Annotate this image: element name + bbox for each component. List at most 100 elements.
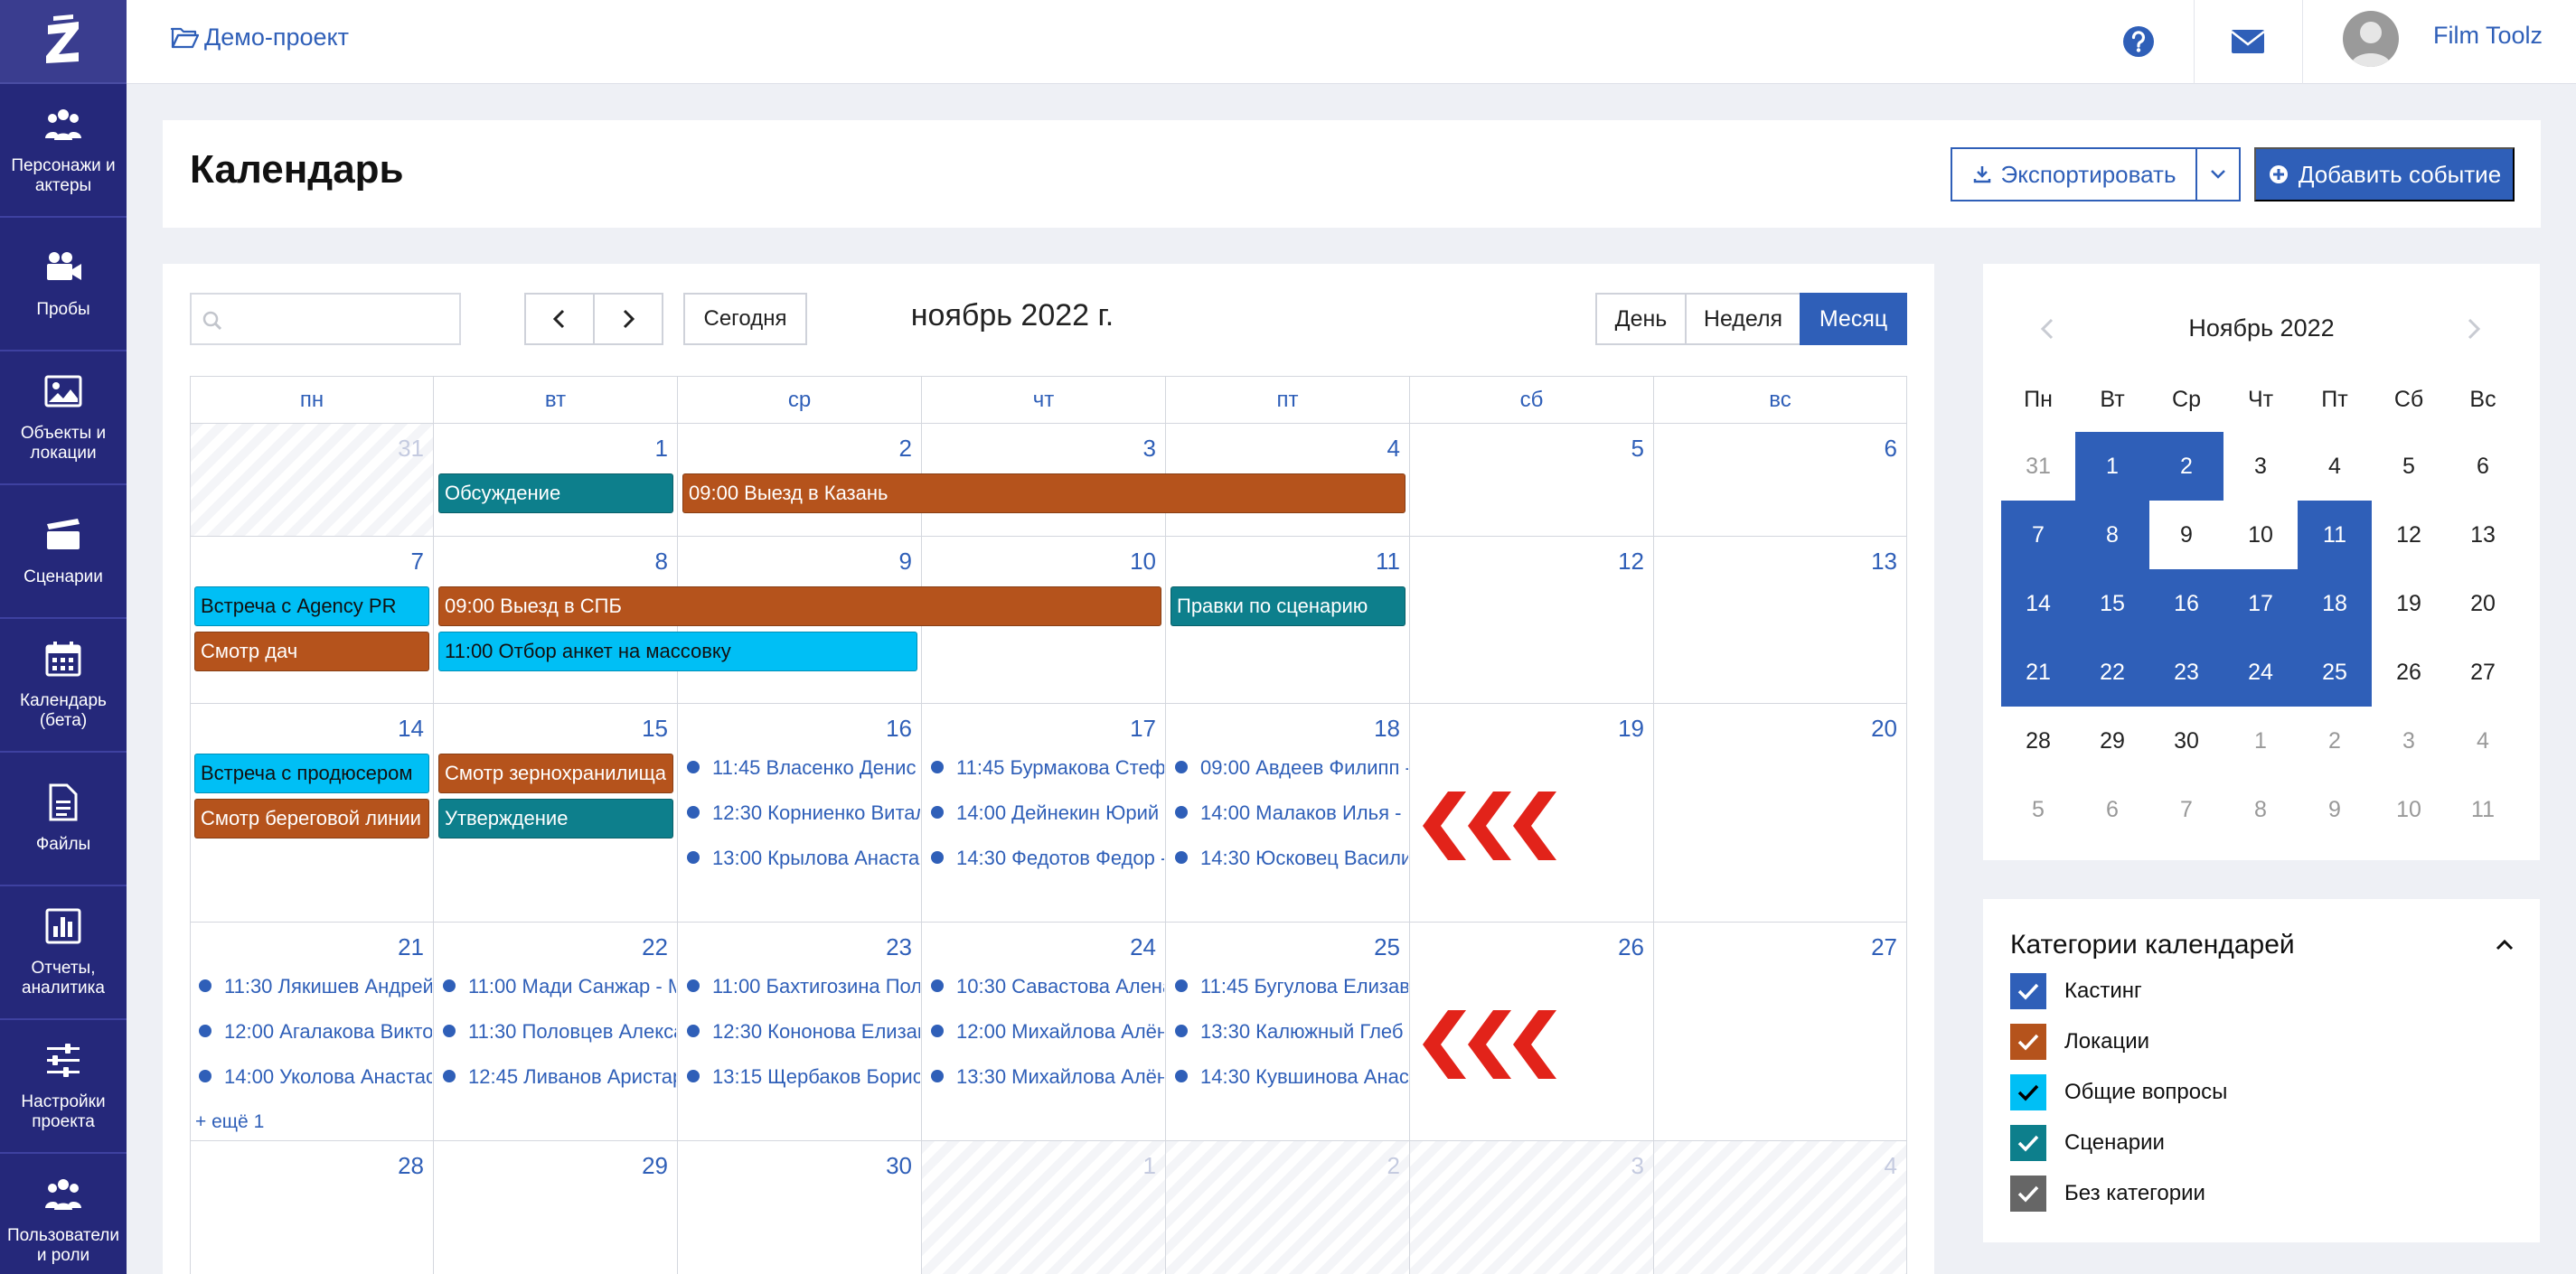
day-cell[interactable]: 4 bbox=[1654, 1140, 1907, 1274]
sidebar-item-users[interactable]: Пользователи и роли bbox=[0, 1154, 127, 1274]
mini-day[interactable]: 7 bbox=[2001, 501, 2075, 569]
mini-day[interactable]: 17 bbox=[2223, 569, 2298, 638]
export-button[interactable]: Экспортировать bbox=[1951, 147, 2197, 201]
day-number[interactable]: 8 bbox=[655, 548, 668, 576]
day-number[interactable]: 17 bbox=[1130, 715, 1156, 743]
mini-day[interactable]: 3 bbox=[2223, 432, 2298, 501]
day-number[interactable]: 25 bbox=[1374, 933, 1400, 961]
day-number[interactable]: 24 bbox=[1130, 933, 1156, 961]
day-number[interactable]: 13 bbox=[1871, 548, 1897, 576]
sidebar-item-calendar[interactable]: Календарь (бета) bbox=[0, 619, 127, 753]
mini-day[interactable]: 3 bbox=[2372, 707, 2446, 775]
mini-day[interactable]: 12 bbox=[2372, 501, 2446, 569]
calendar-event[interactable]: Смотр зернохранилища bbox=[438, 754, 673, 793]
sidebar-item-settings[interactable]: Настройки проекта bbox=[0, 1020, 127, 1154]
day-number[interactable]: 7 bbox=[411, 548, 424, 576]
search-input[interactable] bbox=[190, 293, 461, 345]
list-event[interactable]: 14:30 Федотов Федор - bbox=[931, 844, 1164, 873]
day-cell[interactable]: 13 bbox=[1654, 536, 1907, 703]
category-item-scenarios[interactable]: Сценарии bbox=[2010, 1125, 2165, 1161]
day-number[interactable]: 30 bbox=[886, 1152, 912, 1180]
sidebar-item-auditions[interactable]: Пробы bbox=[0, 218, 127, 351]
mini-day[interactable]: 11 bbox=[2298, 501, 2372, 569]
list-event[interactable]: 11:45 Бугулова Елизаве bbox=[1175, 972, 1408, 1001]
project-breadcrumb[interactable]: Демо-проект bbox=[170, 23, 349, 52]
mini-day[interactable]: 18 bbox=[2298, 569, 2372, 638]
mini-day[interactable]: 25 bbox=[2298, 638, 2372, 707]
calendar-event[interactable]: Встреча с Agency PR bbox=[194, 586, 429, 626]
mini-day[interactable]: 7 bbox=[2149, 775, 2223, 844]
mini-next-icon[interactable] bbox=[2455, 311, 2491, 347]
day-cell[interactable]: 3 bbox=[1410, 1140, 1654, 1274]
day-cell[interactable]: 20 bbox=[1654, 703, 1907, 922]
mini-day[interactable]: 22 bbox=[2075, 638, 2149, 707]
calendar-event[interactable]: Смотр дач bbox=[194, 632, 429, 671]
day-cell[interactable]: 5 bbox=[1410, 423, 1654, 536]
category-checkbox[interactable] bbox=[2010, 1125, 2046, 1161]
sidebar-item-characters[interactable]: Персонажи и актеры bbox=[0, 84, 127, 218]
mini-day[interactable]: 6 bbox=[2075, 775, 2149, 844]
mail-icon[interactable] bbox=[2228, 22, 2268, 61]
sidebar-item-reports[interactable]: Отчеты, аналитика bbox=[0, 886, 127, 1020]
day-number[interactable]: 6 bbox=[1885, 435, 1897, 463]
view-month-button[interactable]: Месяц bbox=[1800, 293, 1907, 345]
day-number[interactable]: 27 bbox=[1871, 933, 1897, 961]
list-event[interactable]: 12:00 Агалакова Виктор bbox=[199, 1017, 432, 1046]
day-cell[interactable]: 6 bbox=[1654, 423, 1907, 536]
day-cell[interactable]: 28 bbox=[190, 1140, 434, 1274]
avatar[interactable] bbox=[2343, 11, 2399, 67]
mini-day[interactable]: 8 bbox=[2075, 501, 2149, 569]
day-number[interactable]: 20 bbox=[1871, 715, 1897, 743]
mini-day[interactable]: 20 bbox=[2446, 569, 2520, 638]
list-event[interactable]: 12:30 Корниенко Витал bbox=[687, 799, 920, 828]
today-button[interactable]: Сегодня bbox=[683, 293, 807, 345]
mini-day[interactable]: 9 bbox=[2298, 775, 2372, 844]
user-name[interactable]: Film Toolz bbox=[2433, 22, 2543, 50]
mini-day[interactable]: 2 bbox=[2298, 707, 2372, 775]
mini-day[interactable]: 15 bbox=[2075, 569, 2149, 638]
help-icon[interactable] bbox=[2119, 22, 2158, 61]
calendar-event[interactable]: Смотр береговой линии bbox=[194, 799, 429, 838]
mini-day[interactable]: 10 bbox=[2372, 775, 2446, 844]
category-checkbox[interactable] bbox=[2010, 1176, 2046, 1212]
mini-day[interactable]: 29 bbox=[2075, 707, 2149, 775]
category-item-casting[interactable]: Кастинг bbox=[2010, 973, 2142, 1009]
next-button[interactable] bbox=[593, 293, 663, 345]
calendar-event[interactable]: Утверждение bbox=[438, 799, 673, 838]
day-number[interactable]: 4 bbox=[1387, 435, 1400, 463]
day-number[interactable]: 5 bbox=[1631, 435, 1644, 463]
calendar-event[interactable]: Правки по сценарию bbox=[1170, 586, 1406, 626]
list-event[interactable]: 13:15 Щербаков Борис bbox=[687, 1063, 920, 1091]
day-number[interactable]: 1 bbox=[1143, 1152, 1156, 1180]
category-item-locations[interactable]: Локации bbox=[2010, 1024, 2149, 1060]
mini-day[interactable]: 16 bbox=[2149, 569, 2223, 638]
day-number[interactable]: 15 bbox=[642, 715, 668, 743]
mini-day[interactable]: 8 bbox=[2223, 775, 2298, 844]
mini-day[interactable]: 6 bbox=[2446, 432, 2520, 501]
calendar-event[interactable]: 09:00 Выезд в СПБ bbox=[438, 586, 1161, 626]
day-number[interactable]: 2 bbox=[1387, 1152, 1400, 1180]
day-number[interactable]: 14 bbox=[398, 715, 424, 743]
mini-day[interactable]: 5 bbox=[2001, 775, 2075, 844]
mini-day[interactable]: 21 bbox=[2001, 638, 2075, 707]
calendar-event[interactable]: 11:00 Отбор анкет на массовку bbox=[438, 632, 917, 671]
calendar-event[interactable]: Обсуждение bbox=[438, 473, 673, 513]
mini-day[interactable]: 31 bbox=[2001, 432, 2075, 501]
list-event[interactable]: 13:30 Калюжный Глеб - bbox=[1175, 1017, 1408, 1046]
mini-day[interactable]: 1 bbox=[2075, 432, 2149, 501]
list-event[interactable]: 14:00 Уколова Анастас bbox=[199, 1063, 432, 1091]
category-item-general[interactable]: Общие вопросы bbox=[2010, 1074, 2227, 1110]
day-number[interactable]: 31 bbox=[398, 435, 424, 463]
mini-day[interactable]: 4 bbox=[2298, 432, 2372, 501]
day-cell[interactable]: 2 bbox=[1166, 1140, 1410, 1274]
mini-day[interactable]: 4 bbox=[2446, 707, 2520, 775]
day-number[interactable]: 16 bbox=[886, 715, 912, 743]
mini-day[interactable]: 14 bbox=[2001, 569, 2075, 638]
day-number[interactable]: 19 bbox=[1618, 715, 1644, 743]
list-event[interactable]: 11:45 Власенко Денис - bbox=[687, 754, 920, 782]
list-event[interactable]: 11:00 Мади Санжар - М bbox=[443, 972, 676, 1001]
list-event[interactable]: 13:30 Михайлова Алёна bbox=[931, 1063, 1164, 1091]
calendar-event[interactable]: 09:00 Выезд в Казань bbox=[682, 473, 1406, 513]
view-day-button[interactable]: День bbox=[1595, 293, 1687, 345]
sidebar-item-locations[interactable]: Объекты и локации bbox=[0, 351, 127, 485]
